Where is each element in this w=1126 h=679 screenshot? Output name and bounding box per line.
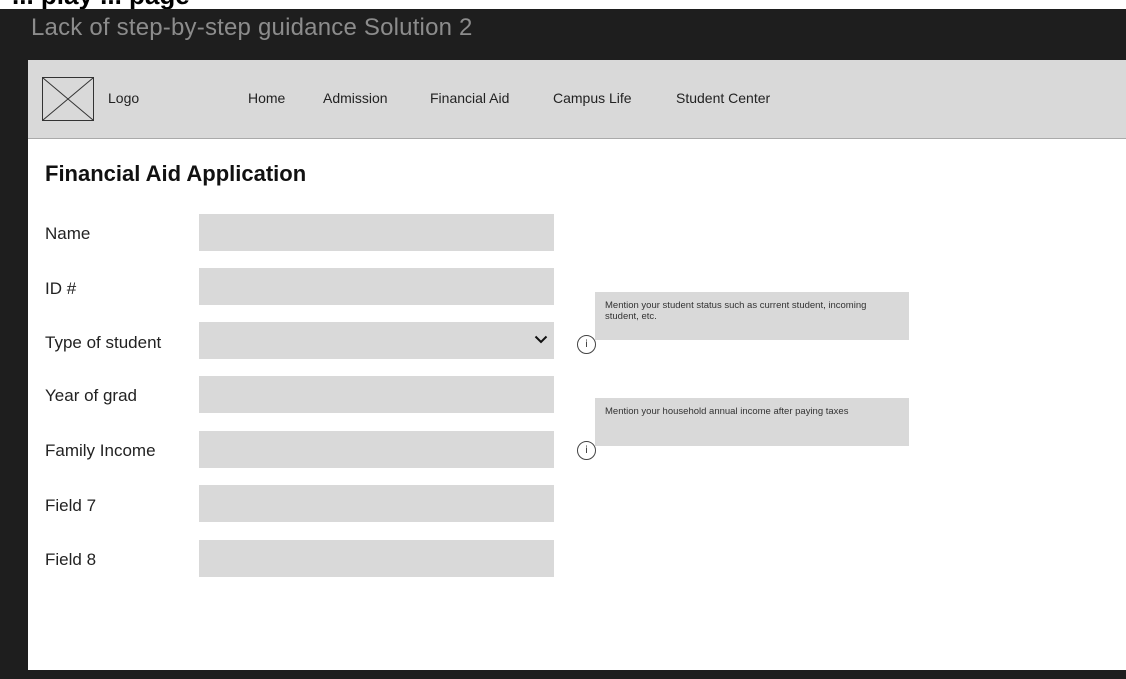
field-label-field-7: Field 7 [45,496,97,515]
nav-item-campus-life[interactable]: Campus Life [553,90,632,106]
info-icon[interactable]: i [577,335,596,354]
cropped-heading-text: ... play ... page [12,0,190,9]
nav-item-student-center[interactable]: Student Center [676,90,770,106]
field-label-type-of-student: Type of student [45,333,162,352]
navbar: Logo Home Admission Financial Aid Campus… [28,60,1126,139]
wireframe-frame: Lack of step-by-step guidance Solution 2… [0,9,1126,679]
nav-item-financial-aid[interactable]: Financial Aid [430,90,509,106]
field-label-year-of-grad: Year of grad [45,386,137,405]
chevron-down-icon[interactable] [534,335,548,344]
field-label-name: Name [45,224,91,243]
logo-label[interactable]: Logo [108,90,139,106]
nav-item-admission[interactable]: Admission [323,90,388,106]
id-field[interactable] [199,268,554,305]
tooltip-family-income: Mention your household annual income aft… [595,398,909,446]
page-title: Financial Aid Application [45,161,307,186]
frame-title: Lack of step-by-step guidance Solution 2 [31,14,473,41]
field-label-id: ID # [45,279,77,298]
family-income-field[interactable] [199,431,554,468]
info-icon[interactable]: i [577,441,596,460]
tooltip-student-status: Mention your student status such as curr… [595,292,909,340]
field-label-field-8: Field 8 [45,550,97,569]
wireframe-canvas: Logo Home Admission Financial Aid Campus… [28,60,1126,670]
cropped-heading-strip: ... play ... page [0,0,1126,9]
field-7-input[interactable] [199,485,554,522]
logo-placeholder-icon[interactable] [42,77,94,121]
name-field[interactable] [199,214,554,251]
nav-item-home[interactable]: Home [248,90,285,106]
field-8-input[interactable] [199,540,554,577]
field-label-family-income: Family Income [45,441,156,460]
type-of-student-select[interactable] [199,322,554,359]
year-of-grad-field[interactable] [199,376,554,413]
